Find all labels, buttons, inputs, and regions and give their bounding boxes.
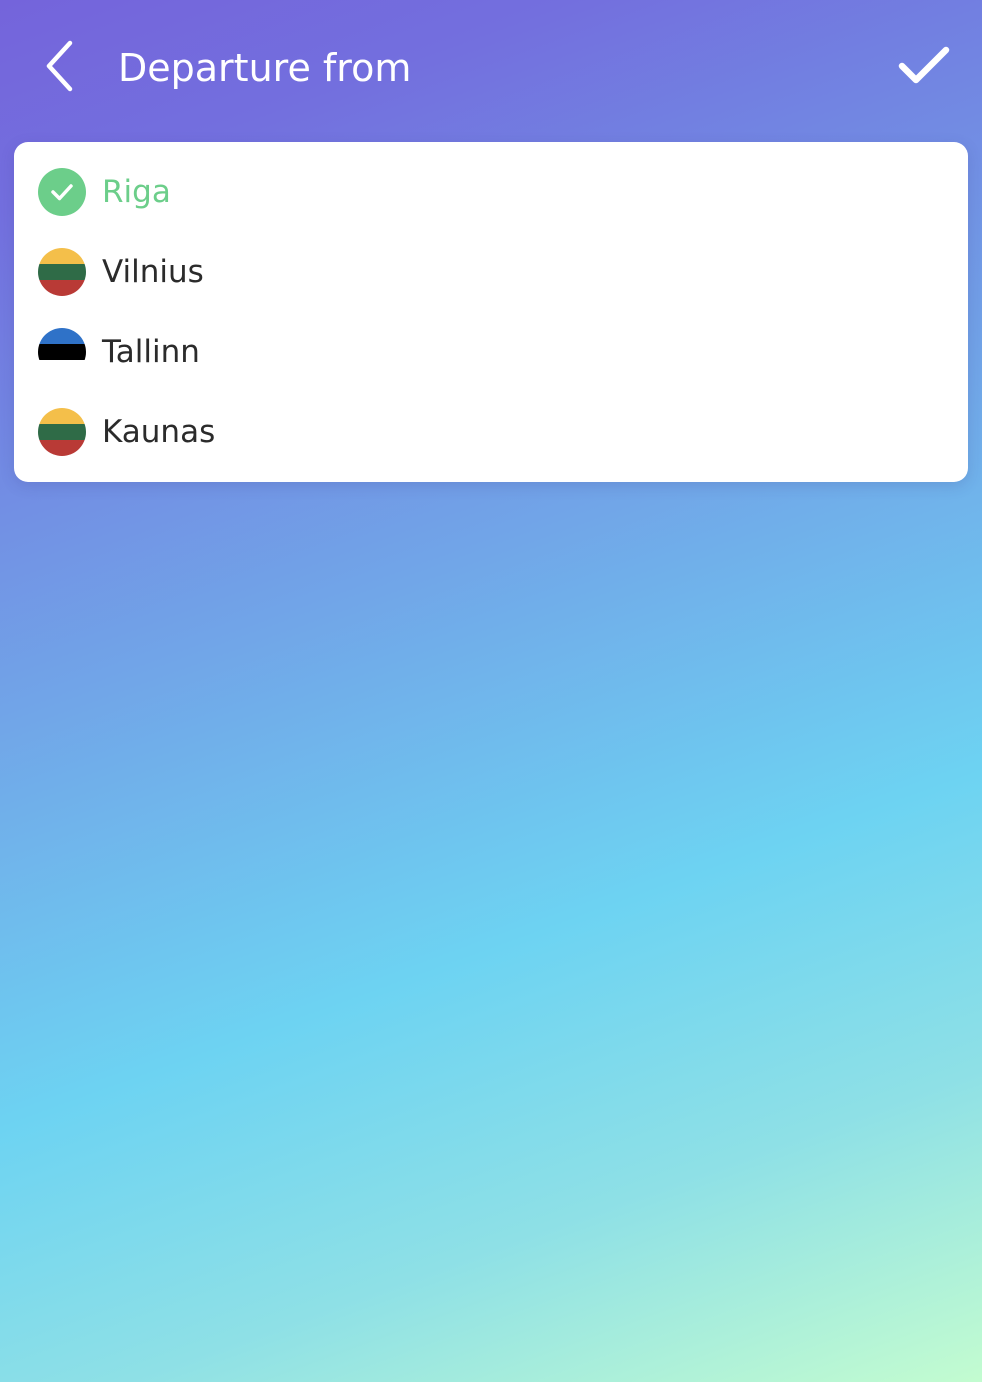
flag-stripe: [38, 248, 86, 264]
option-label: Kaunas: [102, 414, 216, 450]
page-title: Departure from: [118, 46, 412, 90]
option-label: Tallinn: [102, 334, 200, 370]
confirm-button[interactable]: [892, 38, 956, 94]
check-circle-icon: [38, 168, 86, 216]
option-tallinn[interactable]: Tallinn: [14, 302, 968, 382]
chevron-left-icon: [46, 40, 73, 92]
lithuania-flag-icon: [38, 408, 86, 456]
app-header: Departure from: [0, 0, 982, 136]
back-button[interactable]: [30, 36, 90, 96]
flag-stripe: [38, 328, 86, 344]
flag-stripe: [38, 264, 86, 280]
flag-stripe: [38, 440, 86, 456]
option-label: Vilnius: [102, 254, 204, 290]
estonia-flag-icon: [38, 328, 86, 376]
departure-options-list: Riga Vilnius Tallinn Kaunas: [14, 142, 968, 482]
option-vilnius[interactable]: Vilnius: [14, 222, 968, 302]
flag-stripe: [38, 408, 86, 424]
option-riga[interactable]: Riga: [14, 142, 968, 222]
flag-stripe: [38, 424, 86, 440]
flag-stripe: [38, 280, 86, 296]
flag-stripe: [38, 344, 86, 360]
option-label: Riga: [102, 174, 171, 210]
checkmark-icon: [898, 46, 950, 84]
lithuania-flag-icon: [38, 248, 86, 296]
option-kaunas[interactable]: Kaunas: [14, 382, 968, 462]
flag-stripe: [38, 360, 86, 376]
